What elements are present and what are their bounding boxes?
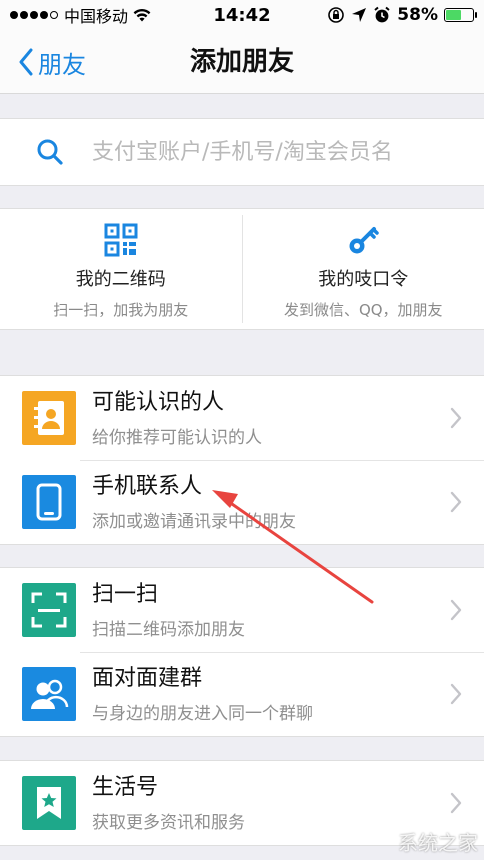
carrier-name: 中国移动 bbox=[64, 7, 129, 26]
item-subtitle: 与身边的朋友进入同一个群聊 bbox=[92, 703, 313, 724]
rotation-lock-icon bbox=[328, 7, 345, 23]
my-zhi-command-title: 我的吱口令 bbox=[318, 269, 409, 290]
my-zhi-command-button[interactable]: 我的吱口令 发到微信、QQ，加朋友 bbox=[243, 209, 484, 329]
status-bar: 中国移动 14:42 58% bbox=[0, 0, 484, 30]
quick-actions-panel: 我的二维码 扫一扫，加我为朋友 我的吱口令 发到微信、QQ，加朋友 bbox=[0, 208, 484, 330]
chevron-right-icon bbox=[450, 599, 462, 621]
list-group-1: 可能认识的人 给你推荐可能认识的人 手机联系人 添加或邀请通讯录中的朋友 bbox=[0, 375, 484, 545]
item-subtitle: 获取更多资讯和服务 bbox=[92, 812, 245, 833]
item-title: 生活号 bbox=[92, 774, 159, 800]
list-item-scan[interactable]: 扫一扫 扫描二维码添加朋友 bbox=[0, 568, 484, 652]
item-icon-bg bbox=[22, 776, 76, 830]
chevron-right-icon bbox=[450, 407, 462, 429]
contact-book-icon bbox=[34, 401, 64, 435]
item-text: 手机联系人 添加或邀请通讯录中的朋友 bbox=[92, 473, 450, 532]
search-icon bbox=[37, 139, 63, 165]
item-title: 扫一扫 bbox=[92, 581, 159, 607]
bookmark-star-icon bbox=[37, 787, 61, 819]
chevron-right-icon bbox=[450, 683, 462, 705]
my-qr-code-button[interactable]: 我的二维码 扫一扫，加我为朋友 bbox=[0, 209, 242, 329]
item-subtitle: 给你推荐可能认识的人 bbox=[92, 427, 262, 448]
item-text: 面对面建群 与身边的朋友进入同一个群聊 bbox=[92, 665, 450, 724]
chevron-right-icon bbox=[450, 792, 462, 814]
back-button[interactable]: 朋友 bbox=[18, 44, 86, 80]
item-icon-bg bbox=[22, 583, 76, 637]
status-right: 58% bbox=[327, 5, 477, 25]
group-icon bbox=[31, 679, 69, 709]
item-icon-bg bbox=[22, 475, 76, 529]
watermark-logo: 系统之家 bbox=[398, 831, 478, 855]
item-title: 手机联系人 bbox=[92, 473, 203, 499]
item-subtitle: 添加或邀请通讯录中的朋友 bbox=[92, 511, 296, 532]
wifi-icon bbox=[133, 8, 151, 22]
list-item-phone-contacts[interactable]: 手机联系人 添加或邀请通讯录中的朋友 bbox=[0, 460, 484, 544]
nav-bar: 朋友 添加朋友 bbox=[0, 30, 484, 94]
item-title: 面对面建群 bbox=[92, 665, 203, 691]
phone-icon bbox=[36, 483, 62, 521]
list-item-face-to-face-group[interactable]: 面对面建群 与身边的朋友进入同一个群聊 bbox=[0, 652, 484, 736]
key-icon bbox=[349, 227, 379, 254]
item-text: 生活号 获取更多资讯和服务 bbox=[92, 774, 450, 833]
my-qr-code-subtitle: 扫一扫，加我为朋友 bbox=[53, 301, 189, 319]
item-icon-bg bbox=[22, 667, 76, 721]
list-group-2: 扫一扫 扫描二维码添加朋友 面对面建群 与身边的朋友进入同一个群聊 bbox=[0, 567, 484, 737]
battery-percent: 58% bbox=[397, 5, 438, 25]
search-input[interactable] bbox=[92, 139, 484, 165]
item-subtitle: 扫描二维码添加朋友 bbox=[92, 619, 245, 640]
location-icon bbox=[352, 8, 367, 22]
item-icon-bg bbox=[22, 391, 76, 445]
search-bar[interactable] bbox=[0, 118, 484, 186]
qr-code-icon bbox=[104, 223, 138, 257]
item-text: 可能认识的人 给你推荐可能认识的人 bbox=[92, 389, 450, 448]
list-item-people-you-may-know[interactable]: 可能认识的人 给你推荐可能认识的人 bbox=[0, 376, 484, 460]
chevron-right-icon bbox=[450, 491, 462, 513]
back-label: 朋友 bbox=[38, 50, 86, 79]
battery-icon bbox=[444, 8, 477, 22]
scan-icon bbox=[31, 592, 67, 628]
status-left: 中国移动 bbox=[10, 3, 180, 27]
signal-strength-icon bbox=[10, 11, 58, 19]
chevron-left-icon bbox=[19, 48, 33, 76]
my-zhi-command-subtitle: 发到微信、QQ，加朋友 bbox=[283, 301, 443, 319]
item-text: 扫一扫 扫描二维码添加朋友 bbox=[92, 581, 450, 640]
my-qr-code-title: 我的二维码 bbox=[75, 269, 166, 290]
alarm-icon bbox=[374, 6, 390, 23]
item-title: 可能认识的人 bbox=[92, 389, 225, 415]
